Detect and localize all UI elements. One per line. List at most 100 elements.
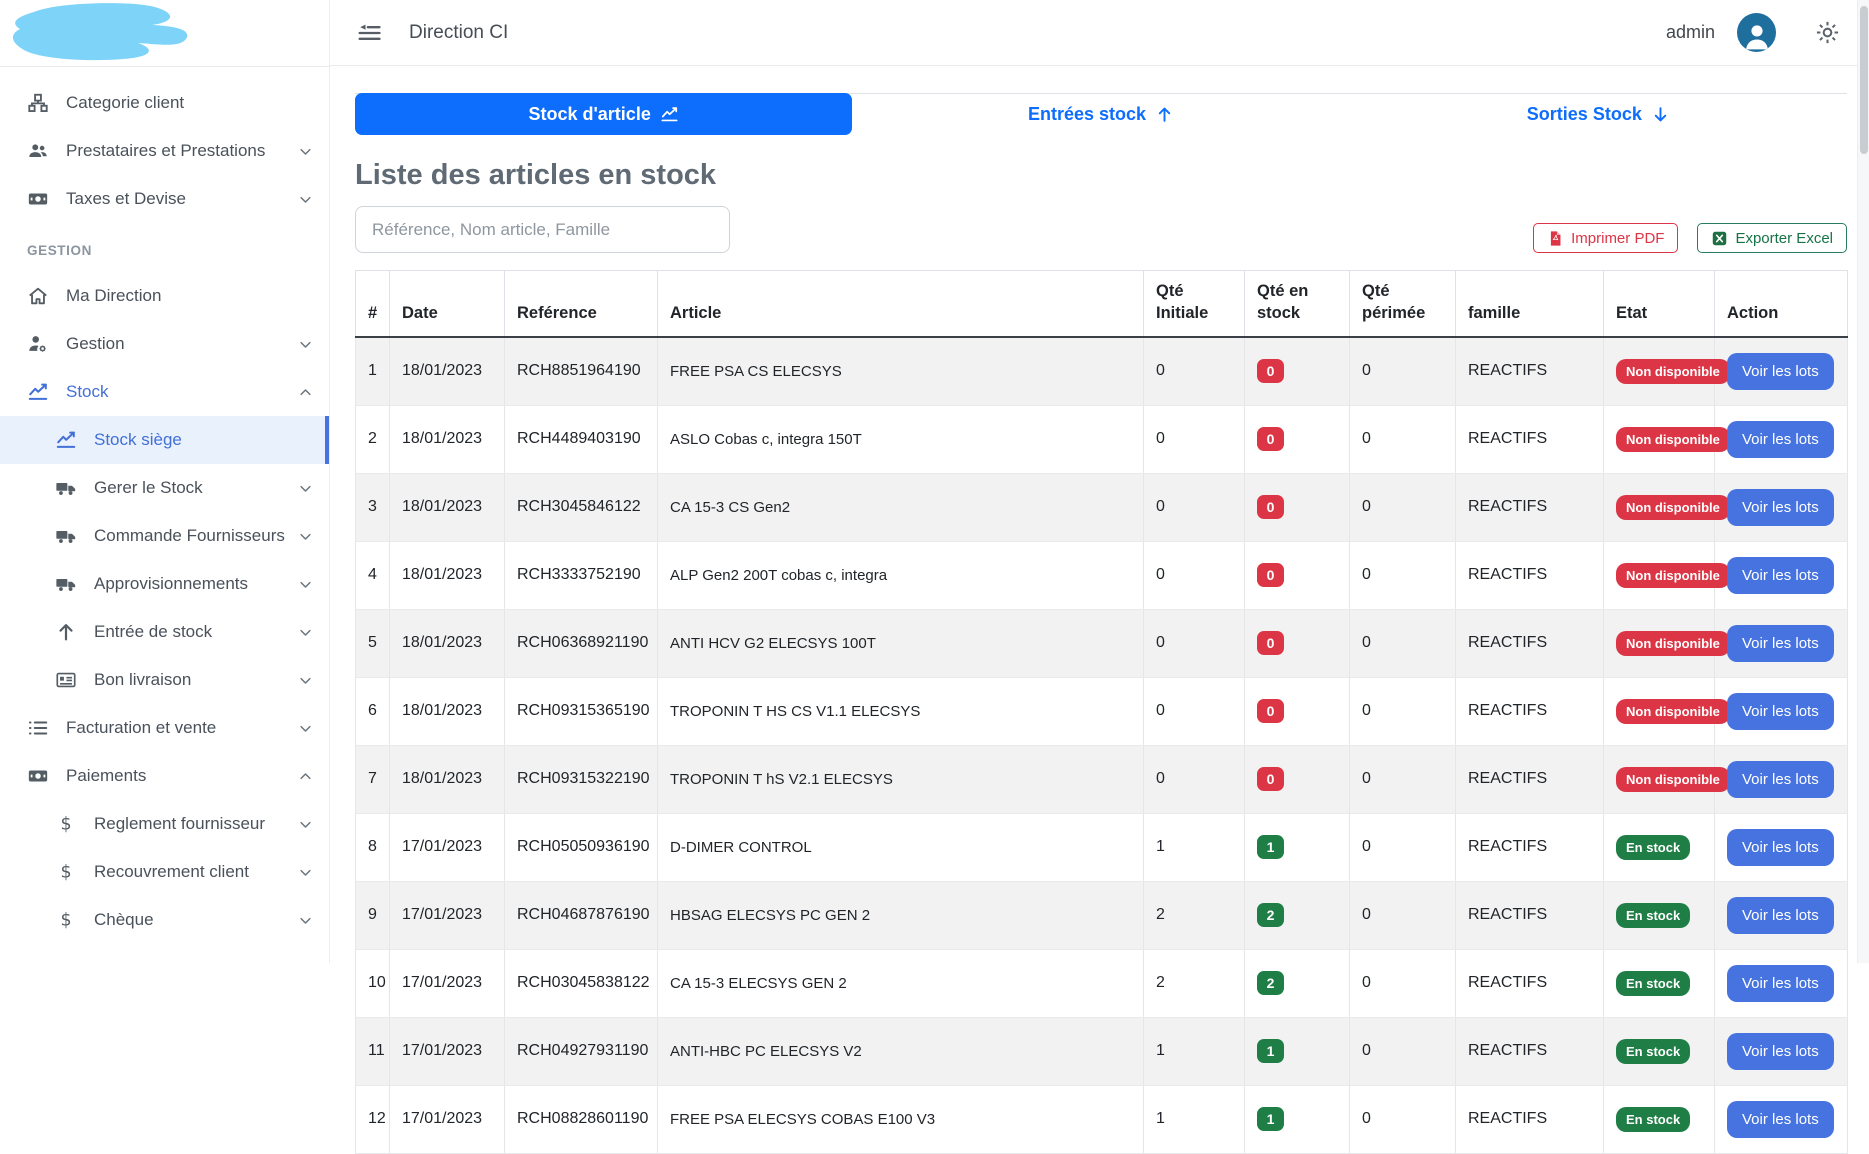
cell-qte-en-stock: 1: [1245, 1017, 1350, 1085]
users-icon: [27, 140, 49, 162]
cell-qte-initiale: 0: [1144, 541, 1245, 609]
user-avatar[interactable]: [1737, 13, 1776, 52]
voir-les-lots-button[interactable]: Voir les lots: [1727, 625, 1834, 662]
sidebar-item-entree-de-stock[interactable]: Entrée de stock: [0, 608, 329, 656]
sidebar-item-taxes-et-devise[interactable]: Taxes et Devise: [0, 175, 329, 223]
cell-date: 18/01/2023: [390, 473, 505, 541]
main-area: Direction CI admin Stock d'article Entré…: [330, 0, 1869, 963]
col-header-index: #: [356, 271, 390, 337]
sidebar: Categorie client Prestataires et Prestat…: [0, 0, 330, 963]
sidebar-item-ma-direction[interactable]: Ma Direction: [0, 272, 329, 320]
sidebar-item-paiements[interactable]: Paiements: [0, 752, 329, 800]
tab-stock-article[interactable]: Stock d'article: [355, 93, 852, 135]
voir-les-lots-button[interactable]: Voir les lots: [1727, 897, 1834, 934]
sidebar-toggle-icon[interactable]: [355, 19, 383, 47]
voir-les-lots-button[interactable]: Voir les lots: [1727, 1033, 1834, 1070]
cell-article: D-DIMER CONTROL: [658, 813, 1144, 881]
tab-entrees-stock[interactable]: Entrées stock: [852, 93, 1349, 135]
cell-index: 3: [356, 473, 390, 541]
cell-action: Voir les lots: [1715, 813, 1848, 881]
sidebar-item-facturation-et-vente[interactable]: Facturation et vente: [0, 704, 329, 752]
money-icon: [27, 188, 49, 210]
cell-qte-initiale: 2: [1144, 949, 1245, 1017]
cell-reference: RCH04927931190: [505, 1017, 658, 1085]
cell-qte-en-stock: 0: [1245, 745, 1350, 813]
settings-gear-icon[interactable]: [1814, 19, 1841, 46]
cell-index: 6: [356, 677, 390, 745]
cell-reference: RCH09315365190: [505, 677, 658, 745]
sidebar-item-categorie-client[interactable]: Categorie client: [0, 79, 329, 127]
sidebar-item-stock-siege[interactable]: Stock siège: [0, 416, 329, 464]
sidebar-item-recouvrement-client[interactable]: Recouvrement client: [0, 848, 329, 896]
table-row: 4 18/01/2023 RCH3333752190 ALP Gen2 200T…: [356, 541, 1848, 609]
status-badge: Non disponible: [1616, 699, 1730, 724]
cell-qte-en-stock: 0: [1245, 541, 1350, 609]
sidebar-item-label: Commande Fournisseurs: [94, 526, 285, 546]
cell-famille: REACTIFS: [1456, 745, 1604, 813]
sidebar-item-label: Taxes et Devise: [66, 189, 186, 209]
status-badge: Non disponible: [1616, 427, 1730, 452]
tab-sorties-stock[interactable]: Sorties Stock: [1350, 93, 1847, 135]
status-badge: En stock: [1616, 1039, 1690, 1064]
voir-les-lots-button[interactable]: Voir les lots: [1727, 353, 1834, 390]
table-row: 9 17/01/2023 RCH04687876190 HBSAG ELECSY…: [356, 881, 1848, 949]
table-row: 11 17/01/2023 RCH04927931190 ANTI-HBC PC…: [356, 1017, 1848, 1085]
voir-les-lots-button[interactable]: Voir les lots: [1727, 761, 1834, 798]
qte-stock-badge: 2: [1257, 971, 1284, 995]
table-row: 7 18/01/2023 RCH09315322190 TROPONIN T h…: [356, 745, 1848, 813]
voir-les-lots-button[interactable]: Voir les lots: [1727, 1101, 1834, 1138]
search-input[interactable]: [355, 206, 730, 253]
cell-qte-perimee: 0: [1350, 473, 1456, 541]
cell-reference: RCH3333752190: [505, 541, 658, 609]
table-row: 12 17/01/2023 RCH08828601190 FREE PSA EL…: [356, 1085, 1848, 1153]
cell-qte-en-stock: 2: [1245, 881, 1350, 949]
cell-qte-en-stock: 1: [1245, 813, 1350, 881]
cell-qte-initiale: 1: [1144, 1085, 1245, 1153]
cell-qte-perimee: 0: [1350, 881, 1456, 949]
username-label: admin: [1666, 22, 1715, 43]
cell-qte-initiale: 0: [1144, 609, 1245, 677]
sidebar-item-reglement-fournisseur[interactable]: Reglement fournisseur: [0, 800, 329, 848]
cell-action: Voir les lots: [1715, 745, 1848, 813]
table-row: 1 18/01/2023 RCH8851964190 FREE PSA CS E…: [356, 337, 1848, 406]
voir-les-lots-button[interactable]: Voir les lots: [1727, 557, 1834, 594]
tab-sorties-stock-label: Sorties Stock: [1527, 104, 1642, 125]
voir-les-lots-button[interactable]: Voir les lots: [1727, 829, 1834, 866]
table-row: 3 18/01/2023 RCH3045846122 CA 15-3 CS Ge…: [356, 473, 1848, 541]
voir-les-lots-button[interactable]: Voir les lots: [1727, 489, 1834, 526]
sidebar-item-label: Prestataires et Prestations: [66, 141, 265, 161]
cell-index: 9: [356, 881, 390, 949]
sidebar-item-prestataires-et-prestations[interactable]: Prestataires et Prestations: [0, 127, 329, 175]
qte-stock-badge: 1: [1257, 1039, 1284, 1063]
sidebar-item-label: Gestion: [66, 334, 125, 354]
sidebar-item-bon-livraison[interactable]: Bon livraison: [0, 656, 329, 704]
voir-les-lots-button[interactable]: Voir les lots: [1727, 421, 1834, 458]
cell-reference: RCH05050936190: [505, 813, 658, 881]
tab-entrees-stock-label: Entrées stock: [1028, 104, 1146, 125]
tab-stock-article-label: Stock d'article: [529, 104, 651, 125]
cell-qte-initiale: 1: [1144, 813, 1245, 881]
cell-article: ASLO Cobas c, integra 150T: [658, 405, 1144, 473]
cell-famille: REACTIFS: [1456, 337, 1604, 406]
export-excel-button[interactable]: Exporter Excel: [1697, 223, 1847, 253]
chevron-down-icon: [298, 913, 313, 928]
voir-les-lots-button[interactable]: Voir les lots: [1727, 965, 1834, 1002]
sidebar-item-stock[interactable]: Stock: [0, 368, 329, 416]
cell-famille: REACTIFS: [1456, 1085, 1604, 1153]
cell-famille: REACTIFS: [1456, 949, 1604, 1017]
table-header-row: # Date Reférence Article Qté Initiale Qt…: [356, 271, 1848, 337]
voir-les-lots-button[interactable]: Voir les lots: [1727, 693, 1834, 730]
cell-etat: En stock: [1604, 1017, 1715, 1085]
page-scrollbar[interactable]: [1857, 0, 1869, 963]
sidebar-item-gestion[interactable]: Gestion: [0, 320, 329, 368]
sidebar-item-gerer-le-stock[interactable]: Gerer le Stock: [0, 464, 329, 512]
cell-reference: RCH4489403190: [505, 405, 658, 473]
sidebar-item-commande-fournisseurs[interactable]: Commande Fournisseurs: [0, 512, 329, 560]
cell-qte-en-stock: 0: [1245, 473, 1350, 541]
sidebar-item-cheque[interactable]: Chèque: [0, 896, 329, 944]
money-icon: [27, 765, 49, 787]
chevron-up-icon: [298, 385, 313, 400]
print-pdf-button[interactable]: Imprimer PDF: [1533, 223, 1678, 253]
scrollbar-thumb[interactable]: [1860, 6, 1868, 154]
sidebar-item-approvisionnements[interactable]: Approvisionnements: [0, 560, 329, 608]
